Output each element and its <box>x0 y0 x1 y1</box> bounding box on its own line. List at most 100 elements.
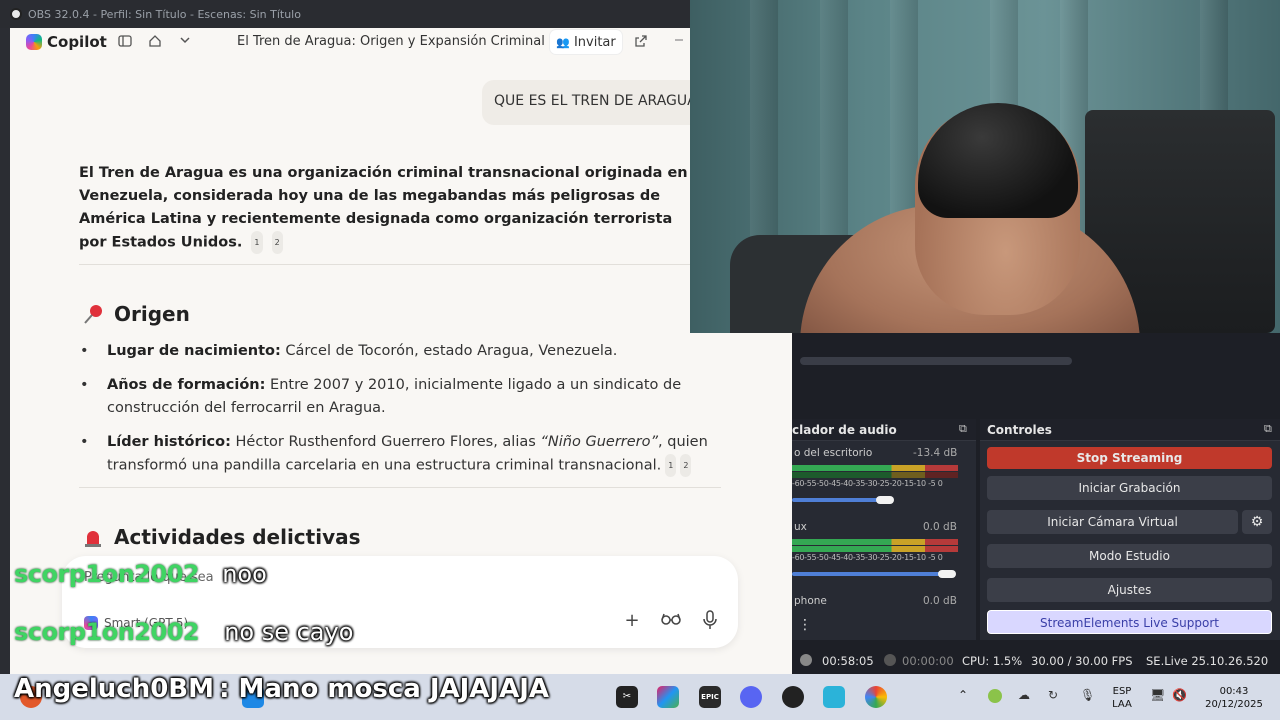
sidebar-toggle-icon[interactable] <box>117 34 133 50</box>
webcam-feed <box>690 0 1280 333</box>
obs-icon[interactable] <box>782 686 804 708</box>
clock-time: 00:43 <box>1219 686 1249 697</box>
chevron-up-icon[interactable]: ⌃ <box>958 688 968 702</box>
add-icon[interactable]: + <box>621 610 643 632</box>
list-item: Años de formación: Entre 2007 y 2010, in… <box>80 374 720 420</box>
obs-window-title: OBS 32.0.4 - Perfil: Sin Título - Escena… <box>28 7 301 21</box>
volume-slider-knob[interactable] <box>876 496 894 504</box>
siren-icon <box>82 526 104 548</box>
stream-time: 00:58:05 <box>822 654 874 668</box>
network-icon[interactable]: 🖥 <box>1150 688 1165 702</box>
chrome-icon[interactable] <box>865 686 887 708</box>
invite-label: Invitar <box>573 34 616 50</box>
citation-1[interactable]: 1 <box>251 231 263 254</box>
se-live-support-button[interactable]: StreamElements Live Support <box>987 610 1272 634</box>
obs-logo-icon <box>10 8 22 20</box>
list-item: Líder histórico: Héctor Rusthenford Guer… <box>80 431 720 478</box>
home-icon[interactable] <box>147 34 163 50</box>
copilot-logo[interactable]: Copilot <box>26 33 107 51</box>
language-indicator[interactable]: ESP LAA <box>1108 685 1136 711</box>
undock-icon[interactable]: ⧉ <box>959 422 967 436</box>
citation-1[interactable]: 1 <box>665 454 677 477</box>
origin-heading: Origen <box>82 302 190 326</box>
list-item-text: Héctor Rusthenford Guerrero Flores, alia… <box>230 434 541 450</box>
record-time: 00:00:00 <box>902 654 954 668</box>
chat-line: scorp1on2002 noo <box>14 560 267 588</box>
activities-heading: Actividades delictivas <box>82 525 361 549</box>
chat-username: scorp1on2002 <box>14 618 200 646</box>
list-item-label: Años de formación: <box>107 377 266 393</box>
virtual-camera-button[interactable]: Iniciar Cámara Virtual <box>987 510 1238 534</box>
record-status-icon <box>884 654 896 666</box>
people-icon: 👥 <box>556 35 570 49</box>
meter-scale: -60-55-50-45-40-35-30-25-20-15-10 -5 0 <box>792 553 943 562</box>
more-options-icon[interactable]: ⋮ <box>798 617 812 633</box>
track-db: -13.4 dB <box>913 447 958 459</box>
chat-message: noo <box>222 560 267 588</box>
person-hair <box>918 103 1078 218</box>
track-name: phone <box>794 595 827 607</box>
stop-streaming-button[interactable]: Stop Streaming <box>987 447 1272 469</box>
minimize-icon[interactable] <box>671 34 687 50</box>
language-code: ESP <box>1112 686 1132 697</box>
glasses-icon[interactable] <box>660 610 682 632</box>
origin-heading-text: Origen <box>114 302 190 326</box>
chat-username: Angeluch0BM <box>14 674 215 704</box>
answer-intro: El Tren de Aragua es una organización cr… <box>79 162 699 255</box>
app-icon[interactable] <box>823 686 845 708</box>
volume-slider[interactable] <box>792 498 882 502</box>
clock[interactable]: 00:43 20/12/2025 <box>1200 685 1268 711</box>
chat-line: Angeluch0BM : Mano mosca JAJAJAJA <box>14 674 549 704</box>
obs-title-bar: OBS 32.0.4 - Perfil: Sin Título - Escena… <box>0 0 690 28</box>
origin-list: Lugar de nacimiento: Cárcel de Tocorón, … <box>80 340 720 489</box>
list-item-text: Cárcel de Tocorón, estado Aragua, Venezu… <box>280 343 618 359</box>
controls-title: Controles <box>987 423 1052 437</box>
list-item-label: Lugar de nacimiento: <box>107 343 281 359</box>
microphone-icon[interactable] <box>699 610 721 632</box>
gear-icon[interactable]: ⚙ <box>1242 510 1272 534</box>
track-name: o del escritorio <box>794 447 873 459</box>
discord-icon[interactable] <box>740 686 762 708</box>
mic-tray-icon[interactable]: 🎙 <box>1080 688 1095 702</box>
fps-readout: 30.00 / 30.00 FPS <box>1031 654 1133 668</box>
invite-button[interactable]: 👥 Invitar <box>550 30 622 54</box>
chat-username: scorp1on2002 <box>14 560 200 588</box>
activities-heading-text: Actividades delictivas <box>114 525 361 549</box>
share-icon[interactable] <box>633 34 649 50</box>
controls-panel: Controles ⧉ Stop Streaming Iniciar Graba… <box>980 419 1280 640</box>
controls-header: Controles ⧉ <box>980 419 1280 441</box>
volume-meter <box>792 472 958 478</box>
tray-app-icon[interactable] <box>988 689 1002 703</box>
copilot-brand: Copilot <box>47 33 107 51</box>
track-db: 0.0 dB <box>923 595 957 607</box>
chevron-down-icon[interactable] <box>177 34 193 50</box>
copilot-logo-icon <box>26 34 42 50</box>
capcut-icon[interactable]: ✂ <box>616 686 638 708</box>
citation-2[interactable]: 2 <box>680 454 692 477</box>
volume-meter <box>792 465 958 471</box>
track-name: ux <box>794 521 807 533</box>
volume-muted-icon[interactable]: 🔇 <box>1172 688 1187 702</box>
chat-title[interactable]: El Tren de Aragua: Origen y Expansión Cr… <box>237 34 545 49</box>
ms365-icon[interactable] <box>657 686 679 708</box>
studio-mode-button[interactable]: Modo Estudio <box>987 544 1272 568</box>
list-item-label: Líder histórico: <box>107 434 231 450</box>
volume-slider-knob[interactable] <box>938 570 956 578</box>
cloud-icon[interactable]: ☁ <box>1018 688 1030 702</box>
intro-text: El Tren de Aragua es una organización cr… <box>79 165 688 251</box>
divider <box>79 264 721 265</box>
plugin-version: SE.Live 25.10.26.520 <box>1146 654 1269 668</box>
chat-message: : Mano mosca JAJAJAJA <box>219 674 550 704</box>
undock-icon[interactable]: ⧉ <box>1264 422 1272 436</box>
start-recording-button[interactable]: Iniciar Grabación <box>987 476 1272 500</box>
stream-status-icon <box>800 654 812 666</box>
layout-code: LAA <box>1112 699 1132 710</box>
sync-icon[interactable]: ↻ <box>1048 688 1058 702</box>
volume-meter <box>792 539 958 545</box>
settings-button[interactable]: Ajustes <box>987 578 1272 602</box>
volume-slider[interactable] <box>792 572 952 576</box>
epic-games-icon[interactable]: EPIC <box>699 686 721 708</box>
citation-2[interactable]: 2 <box>271 231 283 254</box>
alias-text: “Niño Guerrero” <box>540 434 659 450</box>
dock-scrollbar[interactable] <box>800 357 1072 365</box>
